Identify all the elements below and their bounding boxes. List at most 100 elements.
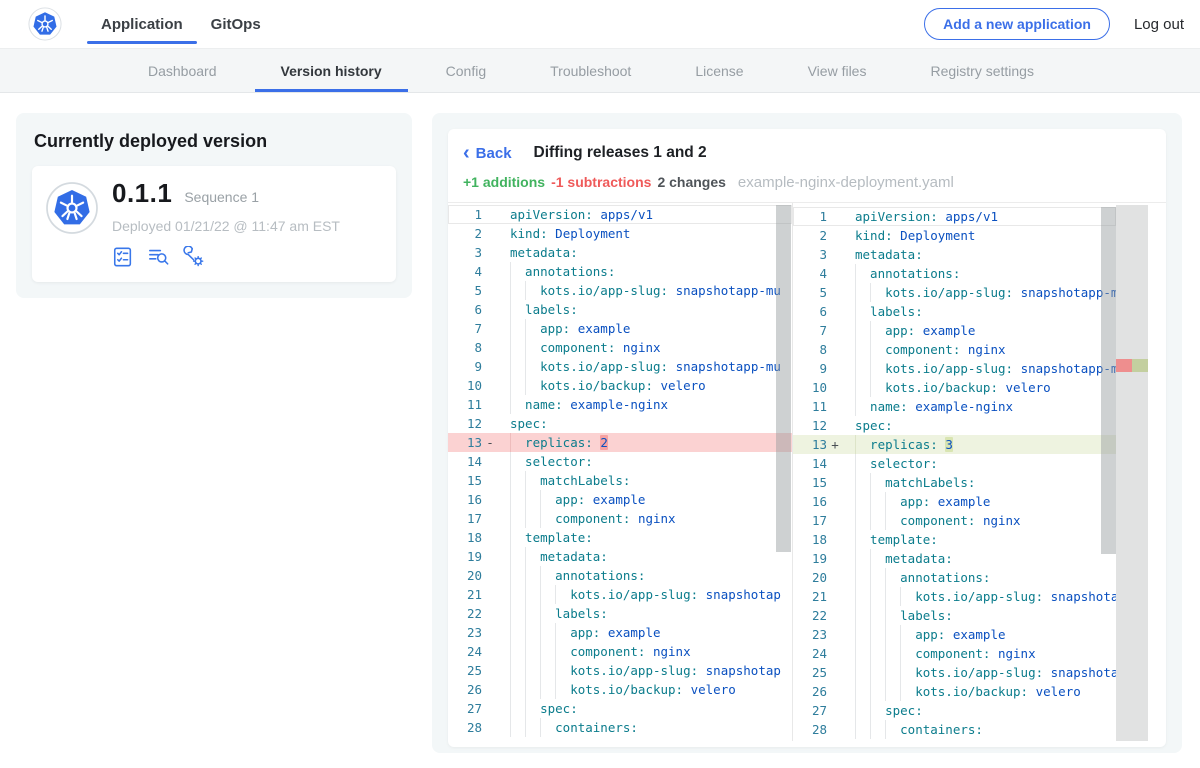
diff-line: 12spec: [793, 416, 1116, 435]
subnav-troubleshoot[interactable]: Troubleshoot [542, 49, 639, 92]
wrench-gear-icon[interactable] [183, 246, 206, 268]
kubernetes-logo-icon [28, 7, 62, 41]
deleted-marker [1116, 359, 1132, 372]
diff-line: 25kots.io/app-slug: snapshotap [793, 663, 1116, 682]
app-icon [46, 182, 98, 234]
diff-line: 25kots.io/app-slug: snapshotap [448, 661, 792, 680]
diff-line: 10kots.io/backup: velero [793, 378, 1116, 397]
diff-line: 16app: example [793, 492, 1116, 511]
diff-title: Diffing releases 1 and 2 [534, 144, 707, 162]
diff-line: 10kots.io/backup: velero [448, 376, 792, 395]
deployed-timestamp: Deployed 01/21/22 @ 11:47 am EST [112, 218, 340, 234]
diff-line: 2kind: Deployment [793, 226, 1116, 245]
ruler-padding [1148, 205, 1164, 741]
tab-gitops[interactable]: GitOps [197, 0, 275, 48]
diff-line: 9kots.io/app-slug: snapshotapp-mu [793, 359, 1116, 378]
diff-line: 24component: nginx [448, 642, 792, 661]
diff-line: 7app: example [448, 319, 792, 338]
diff-line: 9kots.io/app-slug: snapshotapp-mu [448, 357, 792, 376]
diff-line: 6labels: [793, 302, 1116, 321]
deployed-version-tile: 0.1.1 Sequence 1 Deployed 01/21/22 @ 11:… [32, 166, 396, 282]
diff-line: 20annotations: [448, 566, 792, 585]
diff-line: 11name: example-nginx [448, 395, 792, 414]
diff-line: 18template: [793, 530, 1116, 549]
add-application-button[interactable]: Add a new application [924, 8, 1110, 40]
diff-line: 18template: [448, 528, 792, 547]
subnav-view-files[interactable]: View files [800, 49, 875, 92]
top-bar: Application GitOps Add a new application… [0, 0, 1200, 48]
subnav-config[interactable]: Config [438, 49, 494, 92]
diff-line: 8component: nginx [448, 338, 792, 357]
diff-stats: +1 additions -1 subtractions 2 changes e… [448, 162, 1166, 202]
diff-line: 21kots.io/app-slug: snapshotap [448, 585, 792, 604]
chevron-left-icon: ‹ [463, 146, 470, 160]
diff-panel: ‹ Back Diffing releases 1 and 2 +1 addit… [448, 129, 1166, 747]
diff-line: 17component: nginx [448, 509, 792, 528]
diff-line: 17component: nginx [793, 511, 1116, 530]
diff-line: 23app: example [448, 623, 792, 642]
diff-card: ‹ Back Diffing releases 1 and 2 +1 addit… [432, 113, 1182, 753]
diff-editor-original: 1apiVersion: apps/v12kind: Deployment3me… [448, 203, 793, 741]
diff-line: 22labels: [448, 604, 792, 623]
scrollbar-thumb[interactable] [1101, 207, 1116, 554]
diff-line: 2kind: Deployment [448, 224, 792, 243]
changes-count: 2 changes [657, 174, 725, 190]
diff-line: 21kots.io/app-slug: snapshotap [793, 587, 1116, 606]
diff-line: 15matchLabels: [448, 471, 792, 490]
diff-line: 4annotations: [448, 262, 792, 281]
app-subnav: Dashboard Version history Config Trouble… [0, 48, 1200, 93]
subtractions-count: -1 subtractions [551, 174, 651, 190]
top-tabs: Application GitOps [87, 0, 275, 48]
diff-line: 13+replicas: 3 [793, 435, 1116, 454]
diff-filename: example-nginx-deployment.yaml [738, 174, 954, 191]
diff-line: 20annotations: [793, 568, 1116, 587]
tab-application[interactable]: Application [87, 0, 197, 48]
diff-line: 1apiVersion: apps/v1 [448, 205, 792, 224]
back-label: Back [476, 145, 512, 162]
added-marker [1132, 359, 1148, 372]
diff-line: 28containers: [448, 718, 792, 737]
diff-line: 27spec: [793, 701, 1116, 720]
diff-line: 13-replicas: 2 [448, 433, 792, 452]
diff-line: 6labels: [448, 300, 792, 319]
back-link[interactable]: ‹ Back [463, 145, 512, 162]
diff-line: 12spec: [448, 414, 792, 433]
diff-line: 19metadata: [448, 547, 792, 566]
diff-line: 16app: example [448, 490, 792, 509]
sequence-label: Sequence 1 [184, 189, 259, 205]
file-search-icon[interactable] [147, 246, 170, 268]
diff-line: 7app: example [793, 321, 1116, 340]
diff-line: 5kots.io/app-slug: snapshotapp-mu [793, 283, 1116, 302]
diff-line: 26kots.io/backup: velero [793, 682, 1116, 701]
diff-line: 1apiVersion: apps/v1 [793, 207, 1116, 226]
diff-line: 8component: nginx [793, 340, 1116, 359]
diff-line: 27spec: [448, 699, 792, 718]
diff-line: 3metadata: [448, 243, 792, 262]
subnav-registry-settings[interactable]: Registry settings [922, 49, 1041, 92]
diff-line: 23app: example [793, 625, 1116, 644]
additions-count: +1 additions [463, 174, 545, 190]
scrollbar-thumb[interactable] [776, 205, 791, 552]
checklist-icon[interactable] [112, 246, 134, 268]
subnav-license[interactable]: License [687, 49, 751, 92]
subnav-dashboard[interactable]: Dashboard [140, 49, 225, 92]
diff-line: 26kots.io/backup: velero [448, 680, 792, 699]
diff-line: 24component: nginx [793, 644, 1116, 663]
diff-editors: 1apiVersion: apps/v12kind: Deployment3me… [448, 202, 1166, 741]
diff-line: 4annotations: [793, 264, 1116, 283]
diff-line: 14selector: [448, 452, 792, 471]
diff-line: 15matchLabels: [793, 473, 1116, 492]
diff-editor-modified: 1apiVersion: apps/v12kind: Deployment3me… [793, 203, 1166, 741]
diff-line: 22labels: [793, 606, 1116, 625]
deployed-card-heading: Currently deployed version [34, 131, 396, 152]
subnav-version-history[interactable]: Version history [273, 49, 390, 92]
diff-overview-ruler[interactable] [1116, 205, 1148, 741]
logout-link[interactable]: Log out [1134, 16, 1184, 33]
diff-line: 28containers: [793, 720, 1116, 739]
diff-line: 14selector: [793, 454, 1116, 473]
currently-deployed-card: Currently deployed version [16, 113, 412, 298]
diff-line: 3metadata: [793, 245, 1116, 264]
tab-application-label: Application [101, 16, 183, 33]
diff-line: 11name: example-nginx [793, 397, 1116, 416]
diff-line: 5kots.io/app-slug: snapshotapp-mu [448, 281, 792, 300]
